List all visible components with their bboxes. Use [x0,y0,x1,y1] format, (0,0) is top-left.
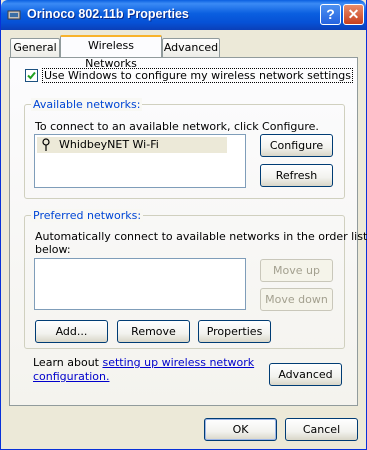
close-button[interactable]: ✕ [343,4,364,25]
setup-help-link-cont[interactable]: configuration. [33,370,109,383]
refresh-button[interactable]: Refresh [260,164,333,187]
help-button[interactable]: ? [320,4,341,25]
learn-about-prefix: Learn about [33,356,103,369]
preferred-networks-description: Automatically connect to available netwo… [35,230,367,243]
title-bar[interactable]: Orinoco 802.11b Properties ? ✕ [1,0,366,30]
advanced-button[interactable]: Advanced [269,363,342,386]
preferred-networks-description-cont: below: [35,243,71,256]
tab-advanced[interactable]: Advanced [162,38,220,58]
available-networks-title: Available networks: [31,98,143,111]
window-title: Orinoco 802.11b Properties [27,7,189,21]
configure-button[interactable]: Configure [260,134,333,157]
ok-button[interactable]: OK [204,418,277,441]
cancel-button[interactable]: Cancel [285,418,358,441]
move-up-button[interactable]: Move up [260,259,333,282]
preferred-networks-title: Preferred networks: [31,209,144,222]
move-down-button[interactable]: Move down [260,288,333,311]
available-networks-list[interactable]: WhidbeyNET Wi-Fi [34,134,246,188]
network-name: WhidbeyNET Wi-Fi [59,138,159,151]
add-button[interactable]: Add... [35,320,108,343]
preferred-networks-list[interactable] [34,258,246,310]
list-item[interactable]: WhidbeyNET Wi-Fi [37,137,227,153]
available-networks-description: To connect to an available network, clic… [35,120,319,133]
use-windows-checkbox[interactable] [25,69,38,82]
wireless-antenna-icon [42,138,50,151]
tab-general[interactable]: General [10,38,60,58]
learn-about-text: Learn about setting up wireless network [33,356,254,369]
network-adapter-icon [7,10,21,20]
remove-button[interactable]: Remove [117,320,190,343]
checkmark-icon [27,71,36,80]
properties-window: Orinoco 802.11b Properties ? ✕ General W… [0,0,367,450]
tab-wireless-networks[interactable]: Wireless Networks [60,35,162,70]
properties-button[interactable]: Properties [198,320,271,343]
setup-help-link[interactable]: setting up wireless network [102,356,254,369]
